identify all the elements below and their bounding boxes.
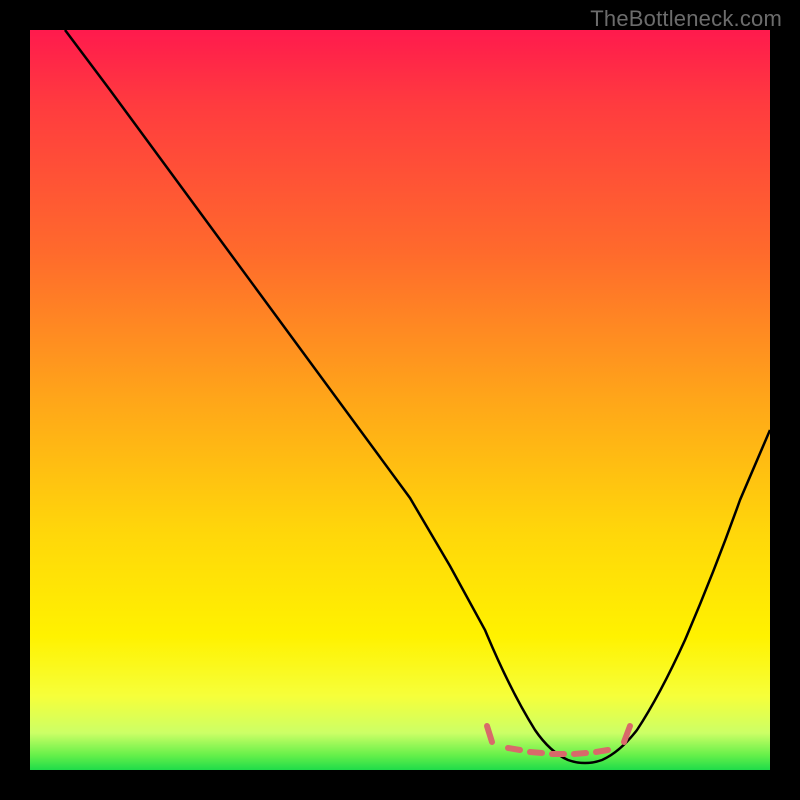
valley-marker-dash-1: [508, 748, 520, 750]
bottleneck-curve: [65, 30, 770, 763]
watermark-text: TheBottleneck.com: [590, 6, 782, 32]
valley-marker-dash-5: [596, 750, 608, 752]
valley-marker: [487, 726, 630, 754]
valley-marker-dash-4: [574, 753, 586, 754]
chart-plot: [30, 30, 770, 770]
valley-marker-left-tick: [487, 726, 492, 742]
valley-marker-dash-2: [530, 752, 542, 753]
